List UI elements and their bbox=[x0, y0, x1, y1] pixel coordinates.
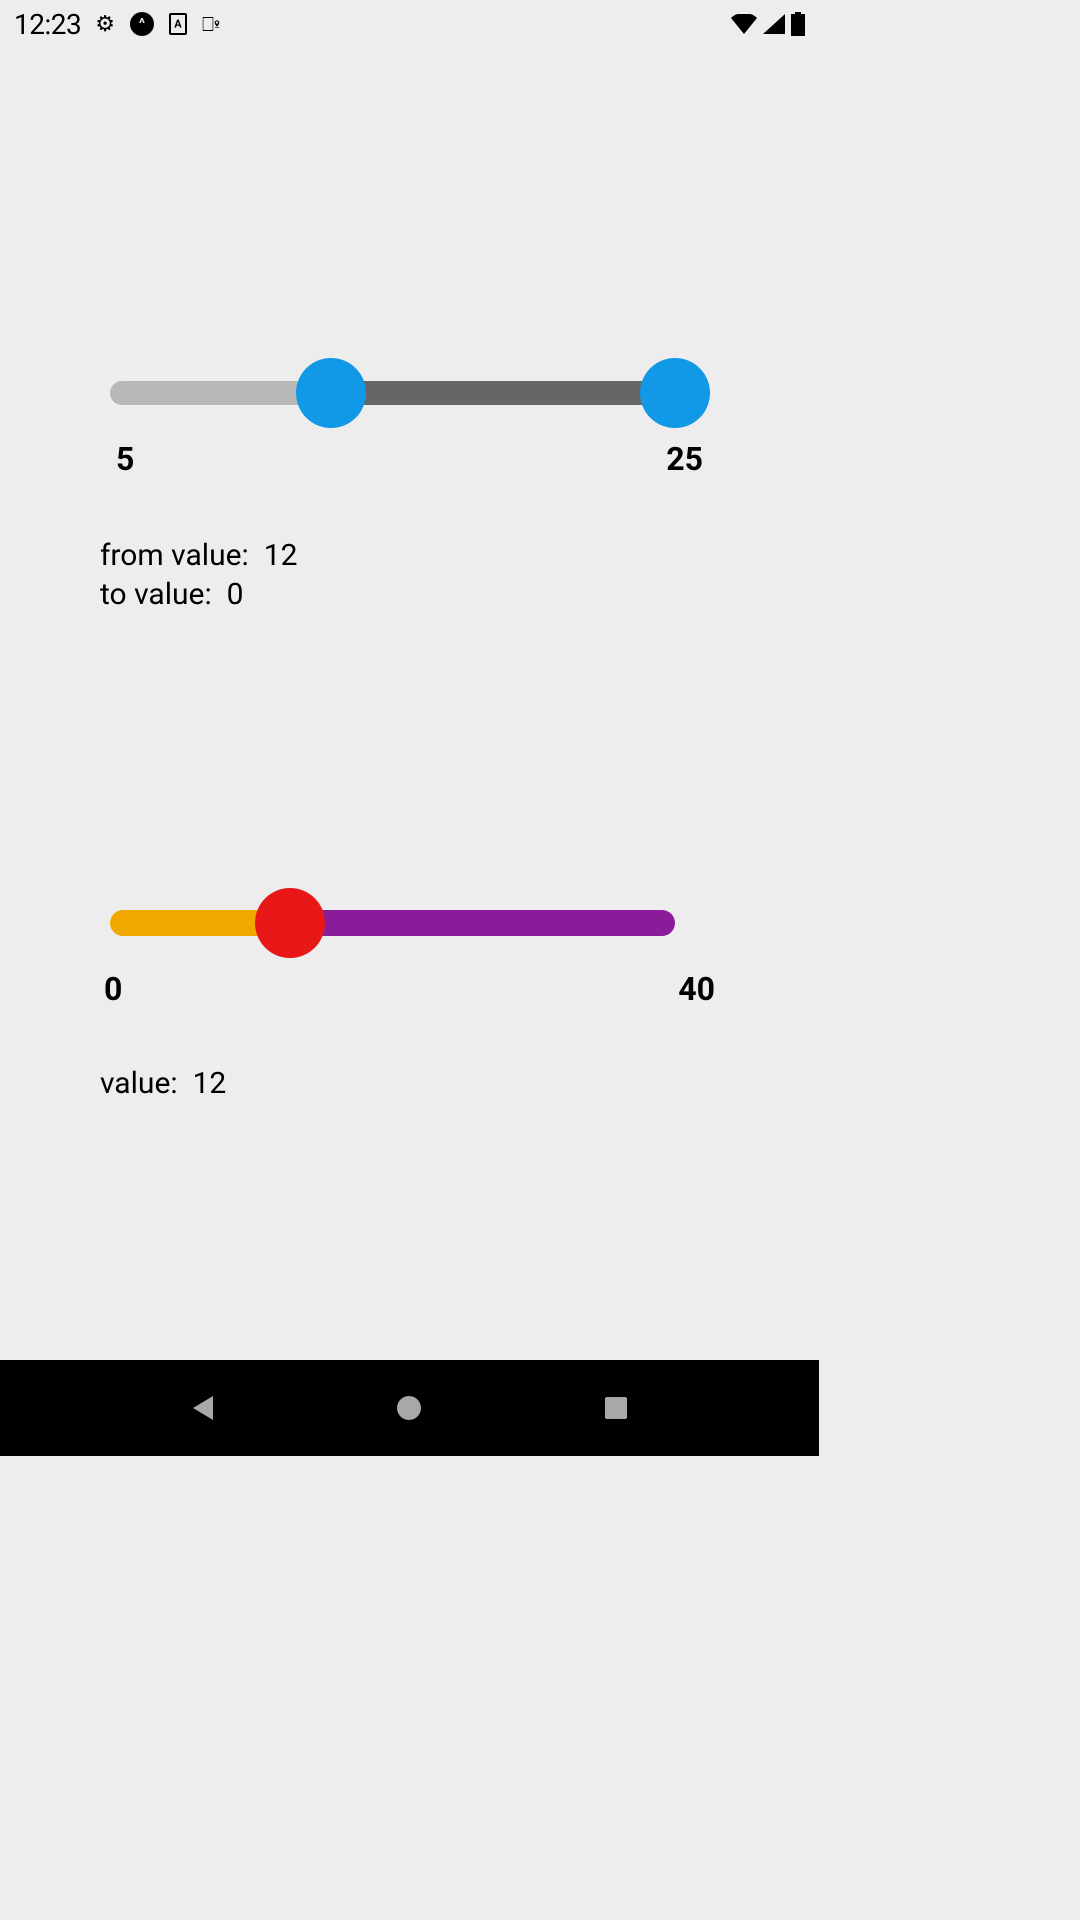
range-slider-container: 5 25 from value: 12 to value: 0 bbox=[100, 358, 719, 614]
status-icons-left: ^ bbox=[95, 12, 220, 37]
range-slider-track bbox=[331, 381, 676, 405]
navigation-bar bbox=[0, 1360, 819, 1456]
to-readout-value: 0 bbox=[227, 577, 244, 612]
from-readout-line: from value: 12 bbox=[100, 536, 719, 575]
single-slider-labels: 0 40 bbox=[100, 970, 719, 1008]
status-left: 12:23 ^ bbox=[14, 8, 220, 41]
range-slider-labels: 5 25 bbox=[100, 440, 719, 478]
card-icon bbox=[169, 13, 187, 35]
status-time: 12:23 bbox=[14, 8, 81, 41]
range-slider-thumb-from[interactable] bbox=[296, 358, 366, 428]
to-readout-label: to value: bbox=[100, 577, 212, 612]
range-min-label: 5 bbox=[116, 440, 134, 478]
nav-back-button[interactable] bbox=[185, 1390, 221, 1426]
single-readout-value: 12 bbox=[193, 1066, 227, 1101]
range-slider-thumb-to[interactable] bbox=[640, 358, 710, 428]
range-max-label: 25 bbox=[666, 440, 703, 478]
single-max-label: 40 bbox=[678, 970, 715, 1008]
up-arrow-circle-icon: ^ bbox=[130, 12, 154, 36]
single-slider-track-right bbox=[280, 910, 676, 936]
single-slider-thumb[interactable] bbox=[255, 888, 325, 958]
single-readout: value: 12 bbox=[100, 1066, 719, 1101]
status-right bbox=[731, 12, 805, 36]
range-slider[interactable] bbox=[100, 358, 719, 428]
nav-home-button[interactable] bbox=[391, 1390, 427, 1426]
nav-recents-button[interactable] bbox=[598, 1390, 634, 1426]
location-icon bbox=[202, 12, 220, 36]
battery-icon bbox=[791, 12, 805, 36]
range-readout: from value: 12 to value: 0 bbox=[100, 536, 719, 614]
wifi-icon bbox=[731, 14, 757, 34]
from-readout-value: 12 bbox=[264, 538, 298, 573]
to-readout-line: to value: 0 bbox=[100, 575, 719, 614]
status-bar: 12:23 ^ bbox=[0, 0, 819, 48]
single-slider-container: 0 40 value: 12 bbox=[100, 888, 719, 1101]
single-readout-label: value: bbox=[100, 1066, 178, 1101]
content-area: 5 25 from value: 12 to value: 0 0 40 val… bbox=[0, 358, 819, 1101]
single-min-label: 0 bbox=[104, 970, 122, 1008]
gear-icon bbox=[95, 12, 115, 37]
signal-icon bbox=[763, 14, 785, 34]
from-readout-label: from value: bbox=[100, 538, 249, 573]
single-slider[interactable] bbox=[100, 888, 719, 958]
